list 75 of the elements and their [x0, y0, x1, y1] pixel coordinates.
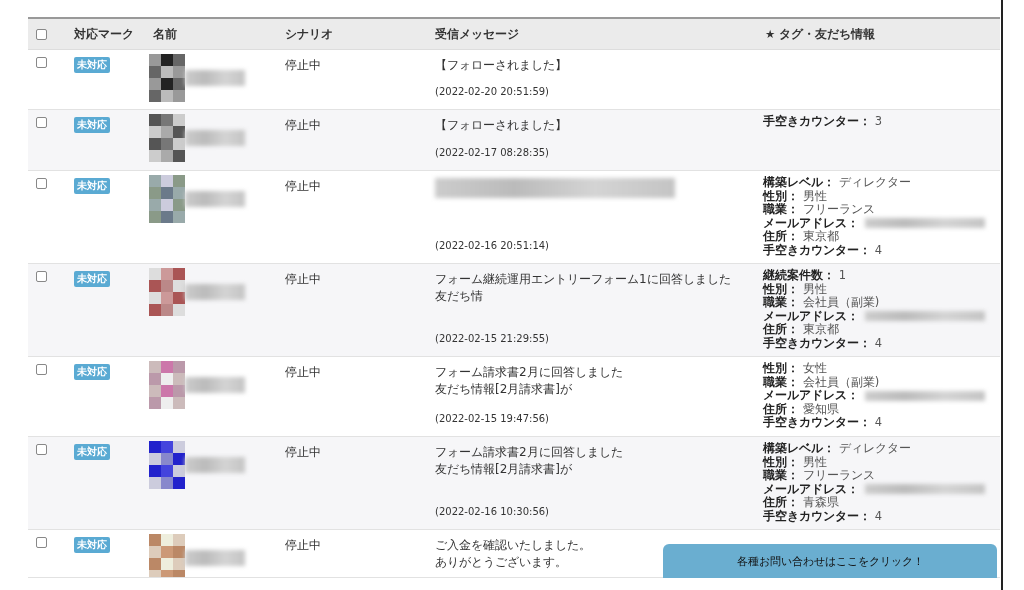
tag-info: 手空きカウンター： 4 [763, 416, 882, 430]
tag-info: 職業： 会社員（副業) [763, 296, 880, 310]
tag-info: 職業： フリーランス [763, 203, 875, 217]
tag-info: 構築レベル： ディレクター [763, 176, 911, 190]
column-header: 対応マーク [74, 26, 134, 42]
contact-button[interactable]: 各種お問い合わせはここをクリック！ [663, 544, 997, 578]
checkbox[interactable] [36, 57, 47, 68]
status-badge: 未対応 [74, 178, 110, 194]
tag-info: 性別： 男性 [763, 282, 827, 296]
scenario-status: 停止中 [285, 117, 321, 134]
message-text: フォーム請求書2月に回答しました [435, 364, 623, 381]
tag-info: 住所： 東京都 [763, 230, 839, 243]
blurred-name [185, 191, 245, 207]
message-text: 友だち情報[2月請求書]が [435, 381, 572, 398]
scenario-status: 停止中 [285, 537, 321, 554]
tag-info: 手空きカウンター： 4 [763, 509, 882, 523]
tag-info: 性別： 男性 [763, 455, 827, 469]
message-text: ありがとうございます。 [435, 554, 567, 571]
blurred-name [185, 457, 245, 473]
scenario-status: 停止中 [285, 178, 321, 195]
tag-info: 手空きカウンター： 3 [763, 115, 882, 129]
column-header: 受信メッセージ [435, 26, 519, 42]
tag-info: 性別： 男性 [763, 189, 827, 203]
column-header: シナリオ [285, 26, 333, 42]
tag-info: 構築レベル： ディレクター [763, 442, 911, 456]
message-date: (2022-02-16 10:30:56) [435, 506, 550, 517]
message-date: (2022-02-20 20:51:59) [435, 86, 550, 97]
message-text: フォーム請求書2月に回答しました [435, 444, 623, 461]
message-text: 友だち情報[2月請求書]が [435, 461, 572, 478]
column-header: ★ タグ・友だち情報 [765, 26, 876, 42]
tag-info: 住所： 東京都 [763, 323, 839, 336]
tag-info: 性別： 女性 [763, 362, 827, 376]
message-text: フォーム継続運用エントリーフォーム1に回答しました [435, 271, 731, 288]
message-date: (2022-02-16 20:51:14) [435, 240, 550, 251]
tag-info: 住所： 愛知県 [763, 402, 839, 416]
status-badge: 未対応 [74, 117, 110, 133]
tag-info: 職業： 会社員（副業) [763, 375, 880, 389]
scenario-status: 停止中 [285, 57, 321, 74]
message-text: ご入金を確認いたしました。 [435, 537, 591, 554]
tag-label: メールアドレス： [763, 389, 859, 403]
scenario-status: 停止中 [285, 444, 321, 461]
status-badge: 未対応 [74, 537, 110, 553]
tag-label: メールアドレス： [763, 309, 859, 323]
status-badge: 未対応 [74, 57, 110, 73]
blurred-name [185, 70, 245, 86]
tag-label: メールアドレス： [763, 482, 859, 496]
status-badge: 未対応 [74, 444, 110, 460]
column-header: 名前 [153, 26, 177, 42]
tag-label: メールアドレス： [763, 216, 859, 230]
tag-info: 職業： フリーランス [763, 469, 875, 483]
message-text: 【フォローされました】 [435, 57, 567, 74]
checkbox[interactable] [36, 117, 47, 128]
tag-info: 手空きカウンター： 4 [763, 336, 882, 350]
blurred-name [185, 550, 245, 566]
message-date: (2022-02-15 21:29:55) [435, 333, 550, 344]
message-text: 【フォローされました】 [435, 117, 567, 134]
blurred-name [185, 130, 245, 146]
checkbox[interactable] [36, 444, 47, 455]
status-badge: 未対応 [74, 364, 110, 380]
message-text: 友だち情 [435, 288, 483, 305]
blurred-name [185, 377, 245, 393]
blurred-name [185, 284, 245, 300]
checkbox[interactable] [36, 271, 47, 282]
checkbox[interactable] [36, 364, 47, 375]
scenario-status: 停止中 [285, 364, 321, 381]
tag-info: 住所： 青森県 [763, 496, 839, 509]
status-badge: 未対応 [74, 271, 110, 287]
checkbox[interactable] [36, 537, 47, 548]
checkbox[interactable] [36, 178, 47, 189]
message-date: (2022-02-17 08:28:35) [435, 147, 550, 158]
message-date: (2022-02-15 19:47:56) [435, 413, 550, 424]
scenario-status: 停止中 [285, 271, 321, 288]
tag-info: 手空きカウンター： 4 [763, 243, 882, 257]
tag-info: 継続案件数： 1 [763, 269, 846, 283]
checkbox[interactable] [36, 28, 47, 40]
